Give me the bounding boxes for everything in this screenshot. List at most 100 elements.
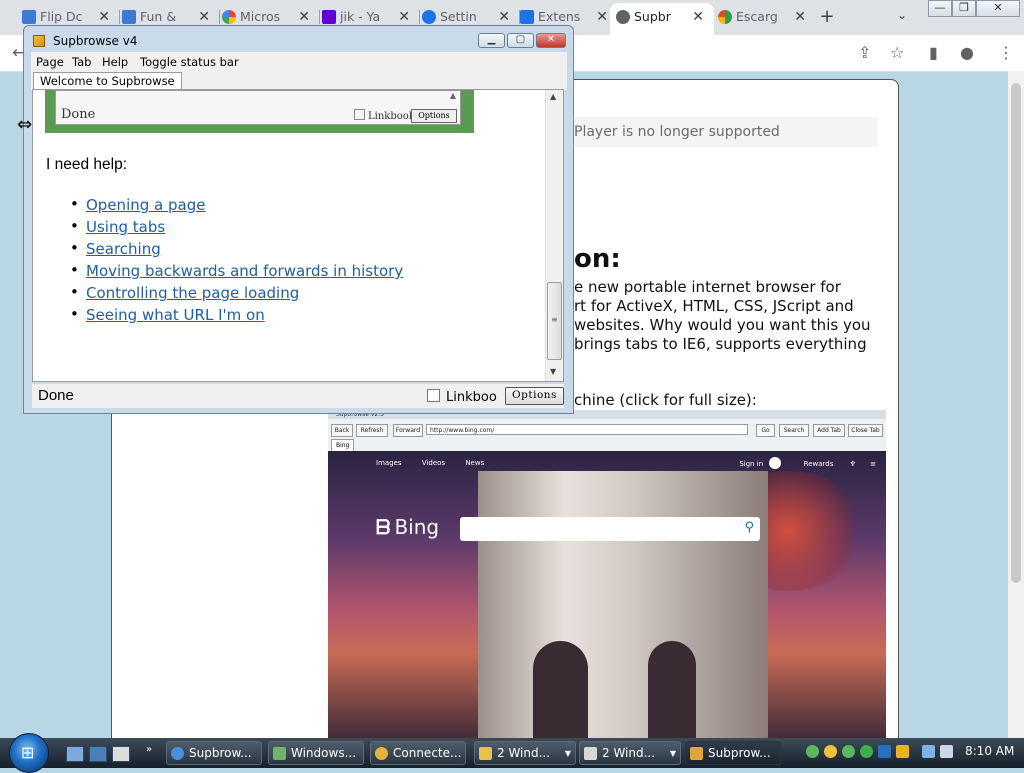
profile-icon[interactable]: ● (960, 43, 974, 62)
maximize-button[interactable]: ▢ (507, 33, 534, 48)
globe-icon (616, 10, 630, 24)
vertical-scrollbar[interactable]: ▲ ≡ ▼ (545, 90, 563, 381)
help-link-current-url[interactable]: Seeing what URL I'm on (86, 306, 265, 324)
page-content: Done Linkbook Options ▲ I need help: Ope… (32, 89, 564, 382)
messenger-icon[interactable] (860, 745, 873, 758)
bing-search-box: ⚲ (460, 517, 760, 541)
screenshot-addtab-button: Add Tab (813, 424, 845, 437)
bing-logo: ᗷ Bing (376, 515, 440, 539)
switch-windows-icon[interactable] (89, 746, 107, 762)
tab-title: Supbr (634, 9, 671, 24)
minimize-button[interactable]: — (928, 0, 952, 17)
new-tab-button[interactable]: + (817, 6, 837, 27)
page-scrollbar-thumb[interactable] (1011, 83, 1021, 583)
help-link-history[interactable]: Moving backwards and forwards in history (86, 262, 403, 280)
screenshot-closetab-button: Close Tab (848, 424, 883, 437)
close-button[interactable]: ✕ (536, 33, 566, 48)
hamburger-icon: ≡ (870, 460, 876, 468)
page-heading: on: (574, 244, 621, 274)
chevron-down-icon: ▼ (564, 749, 571, 758)
screenshot-search-button: Search (779, 424, 809, 437)
network-icon[interactable] (922, 745, 935, 758)
taskbar-item-connected[interactable]: Connecte... (370, 741, 466, 765)
tab-row: Welcome to Supbrowse (31, 72, 567, 91)
folder-icon (479, 747, 492, 760)
paragraph-line: brings tabs to IE6, supports everything (574, 335, 867, 353)
menu-bar: Page Tab Help Toggle status bar (31, 52, 567, 72)
tab-title: Escarg (736, 9, 778, 24)
close-icon[interactable]: ✕ (794, 3, 806, 31)
options-button[interactable]: Options (505, 387, 564, 405)
taskbar-item-supbrowse-chrome[interactable]: Supbrow... (166, 741, 262, 765)
help-heading: I need help: (46, 156, 128, 173)
status-text: Done (38, 387, 74, 404)
taskbar-item-notepad-group[interactable]: 2 Wind... ▼ (579, 741, 681, 765)
bing-background-image: Images Videos News Sign in Rewards ♆ ≡ ᗷ… (328, 451, 886, 740)
menu-help[interactable]: Help (102, 55, 128, 69)
google-icon (222, 10, 236, 24)
side-panel-icon[interactable]: ▮ (929, 43, 938, 62)
list-item: Using tabs (70, 217, 403, 240)
messenger-icon[interactable] (842, 745, 855, 758)
quick-launch-more-icon[interactable]: » (146, 744, 152, 755)
scrollbar-thumb[interactable]: ≡ (547, 282, 562, 360)
notepad-icon (584, 747, 597, 760)
gear-icon (422, 10, 436, 24)
list-item: Moving backwards and forwards in history (70, 261, 403, 284)
help-link-using-tabs[interactable]: Using tabs (86, 218, 165, 236)
messenger-icon[interactable] (806, 745, 819, 758)
windows-logo-icon: ⊞ (21, 743, 35, 762)
taskbar-item-windows[interactable]: Windows... (268, 741, 364, 765)
calculator-icon[interactable] (112, 746, 130, 762)
page-scrollbar[interactable] (1008, 71, 1024, 739)
tab-search-button[interactable]: ⌄ (897, 8, 907, 22)
bing-b-icon: ᗷ (376, 515, 391, 539)
share-icon[interactable]: ⇪ (858, 43, 871, 62)
screenshot-tab-row: Bing (328, 439, 886, 453)
supbrowse-screenshot-image[interactable]: Supbrowse v2.5 Back Refresh Forward http… (328, 410, 886, 740)
chevron-up-icon: ▲ (449, 91, 456, 100)
screenshot-toolbar: Back Refresh Forward http://www.bing.com… (328, 419, 886, 439)
browser-tab-7[interactable]: Escarg ✕ (712, 3, 816, 31)
volume-icon[interactable] (940, 745, 953, 758)
clock[interactable]: 8:10 AM (965, 744, 1014, 758)
help-link-page-loading[interactable]: Controlling the page loading (86, 284, 299, 302)
screenshot-caption: chine (click for full size): (574, 391, 757, 409)
close-window-button[interactable]: ✕ (976, 0, 1020, 17)
scroll-down-arrow-icon[interactable]: ▼ (550, 367, 556, 376)
linkbook-checkbox[interactable]: Linkboo (427, 389, 497, 405)
close-icon[interactable]: ✕ (596, 3, 608, 31)
search-icon: ⚲ (744, 520, 754, 535)
list-item: Searching (70, 239, 403, 262)
grip-icon: ≡ (551, 315, 558, 324)
close-icon[interactable]: ✕ (692, 3, 704, 31)
minimize-button[interactable]: ▁ (478, 33, 505, 48)
taskbar-item-supbrowse[interactable]: Subprow... (685, 741, 781, 765)
help-link-searching[interactable]: Searching (86, 240, 161, 258)
screenshot-forward-button: Forward (393, 424, 423, 437)
pen-icon[interactable] (896, 745, 909, 758)
checkbox-icon[interactable] (427, 389, 440, 402)
star-icon[interactable]: ☆ (890, 43, 904, 62)
windows-explorer-icon (273, 747, 286, 760)
windows-flag-icon (22, 10, 36, 24)
help-link-opening-page[interactable]: Opening a page (86, 196, 205, 214)
help-list: Opening a page Using tabs Searching Movi… (70, 195, 403, 328)
show-desktop-icon[interactable] (66, 746, 84, 762)
windows-flag-icon (122, 10, 136, 24)
smiley-icon[interactable] (824, 745, 837, 758)
accessibility-icon[interactable] (878, 745, 891, 758)
browser-tab-6-active[interactable]: Supbr ✕ (610, 3, 714, 35)
restore-button[interactable]: ❐ (952, 0, 976, 17)
trophy-icon: ♆ (849, 460, 856, 468)
taskbar-item-folders-group[interactable]: 2 Wind... ▼ (474, 741, 576, 765)
screenshot-refresh-button: Refresh (356, 424, 388, 437)
start-button[interactable]: ⊞ (9, 733, 49, 773)
scroll-up-arrow-icon[interactable]: ▲ (550, 92, 556, 101)
menu-tab[interactable]: Tab (72, 55, 91, 69)
menu-toggle-status-bar[interactable]: Toggle status bar (140, 55, 239, 69)
menu-icon[interactable]: ⋮ (998, 43, 1014, 62)
screenshot-url-field: http://www.bing.com/ (426, 424, 748, 435)
paragraph-line: websites. Why would you want this you (574, 316, 871, 334)
menu-page[interactable]: Page (36, 55, 64, 69)
